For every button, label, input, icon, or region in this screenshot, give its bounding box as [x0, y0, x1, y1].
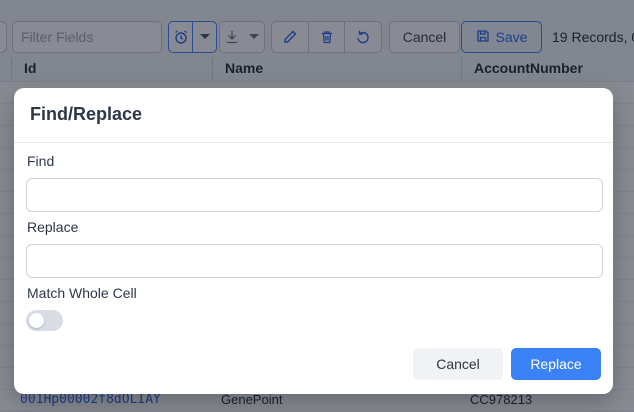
replace-label: Replace: [27, 219, 79, 235]
match-whole-cell-toggle[interactable]: [26, 310, 63, 331]
divider: [14, 142, 613, 143]
match-whole-cell-label: Match Whole Cell: [27, 285, 137, 301]
cancel-button[interactable]: Cancel: [413, 348, 503, 380]
replace-button[interactable]: Replace: [511, 348, 601, 380]
find-replace-dialog: Find/Replace Find Replace Match Whole Ce…: [14, 88, 613, 394]
toggle-knob: [29, 313, 44, 328]
dialog-title: Find/Replace: [30, 104, 143, 124]
replace-input[interactable]: [26, 244, 603, 278]
find-label: Find: [27, 153, 55, 169]
find-input[interactable]: [26, 178, 603, 212]
